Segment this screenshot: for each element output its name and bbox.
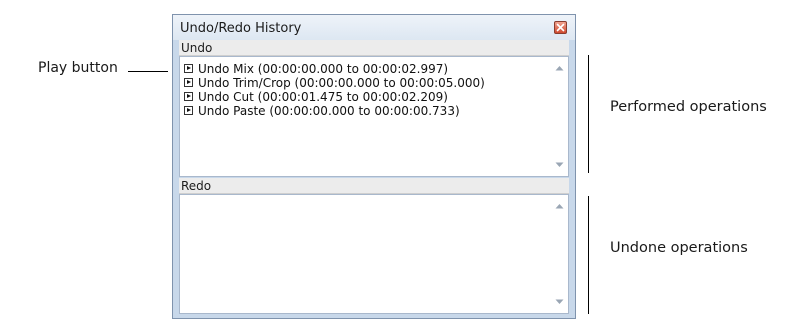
undo-item-label: Undo Trim/Crop (00:00:00.000 to 00:00:05…	[198, 75, 485, 90]
callout-performed-operations: Performed operations	[610, 99, 767, 115]
list-item[interactable]: Undo Trim/Crop (00:00:00.000 to 00:00:05…	[184, 75, 485, 90]
undone-operations-bracket	[588, 196, 589, 314]
play-icon[interactable]	[184, 78, 193, 87]
callout-undone-operations: Undone operations	[610, 240, 748, 256]
undo-section-header: Undo	[179, 40, 569, 56]
list-item[interactable]: Undo Paste (00:00:00.000 to 00:00:00.733…	[184, 103, 460, 118]
close-icon	[556, 23, 565, 32]
undo-item-label: Undo Mix (00:00:00.000 to 00:00:02.997)	[198, 61, 449, 76]
performed-operations-bracket	[588, 55, 589, 173]
scroll-up-icon[interactable]	[554, 201, 565, 211]
callout-pointer-line	[128, 71, 168, 72]
undo-item-label: Undo Cut (00:00:01.475 to 00:00:02.209)	[198, 89, 448, 104]
screenshot-stage: Play button Performed operations Undone …	[0, 0, 808, 322]
play-icon[interactable]	[184, 106, 193, 115]
redo-scrollbar[interactable]	[551, 195, 568, 313]
close-button[interactable]	[554, 21, 567, 34]
redo-list[interactable]	[179, 194, 569, 314]
redo-section-header: Redo	[179, 178, 569, 194]
window-title: Undo/Redo History	[180, 21, 302, 36]
scroll-up-icon[interactable]	[554, 63, 565, 73]
undo-scrollbar[interactable]	[551, 57, 568, 176]
undo-list[interactable]: Undo Mix (00:00:00.000 to 00:00:02.997) …	[179, 56, 569, 177]
scroll-down-icon[interactable]	[554, 297, 565, 307]
callout-play-button: Play button	[38, 60, 118, 76]
undo-redo-history-window: Undo/Redo History Undo Undo Mix (00:00:0…	[172, 14, 576, 319]
scroll-down-icon[interactable]	[554, 160, 565, 170]
list-item[interactable]: Undo Cut (00:00:01.475 to 00:00:02.209)	[184, 89, 448, 104]
undo-item-label: Undo Paste (00:00:00.000 to 00:00:00.733…	[198, 103, 460, 118]
window-titlebar[interactable]: Undo/Redo History	[173, 15, 575, 40]
play-icon[interactable]	[184, 64, 193, 73]
play-icon[interactable]	[184, 92, 193, 101]
list-item[interactable]: Undo Mix (00:00:00.000 to 00:00:02.997)	[184, 61, 448, 76]
